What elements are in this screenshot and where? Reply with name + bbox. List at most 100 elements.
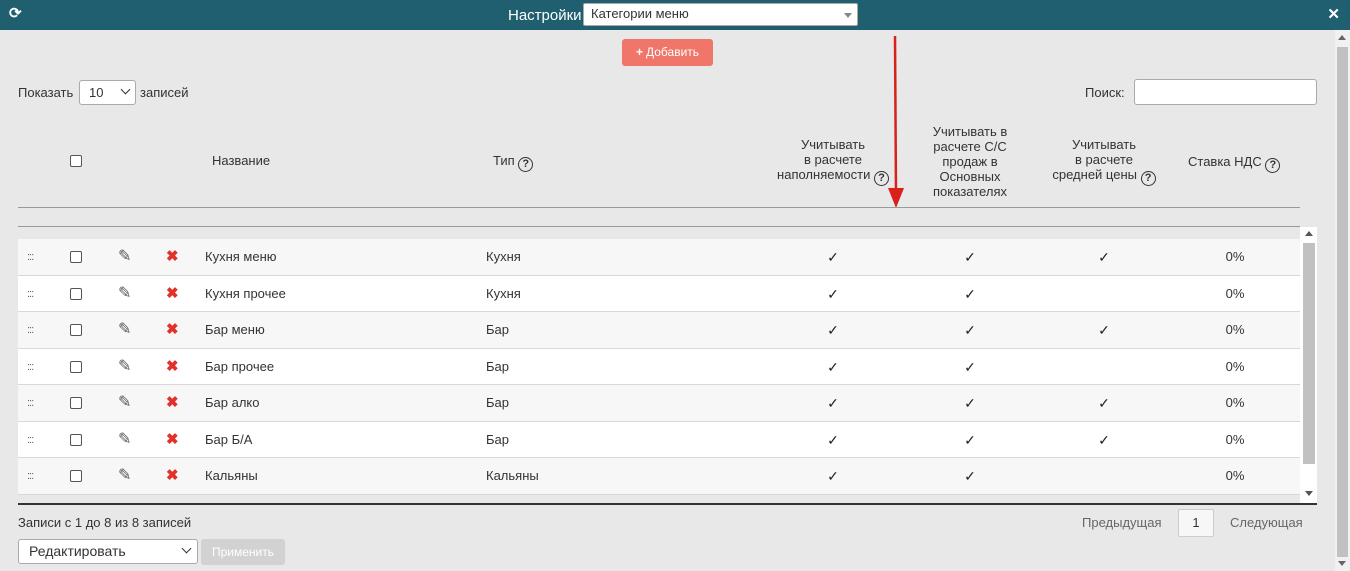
delete-icon[interactable]: ✖ <box>166 385 179 421</box>
check-icon: ✓ <box>964 358 976 375</box>
header-cost-line: Основных <box>939 169 1001 184</box>
add-button-label: Добавить <box>645 45 700 59</box>
drag-handle-icon[interactable]: ::: <box>27 422 34 458</box>
pencil-icon[interactable]: ✎ <box>118 276 131 312</box>
header-type[interactable]: Тип ? <box>493 153 534 172</box>
check-icon <box>1094 276 1114 312</box>
header-fill-line: в расчете <box>804 152 862 167</box>
scroll-down-icon[interactable] <box>1338 561 1346 566</box>
pencil-icon[interactable]: ✎ <box>118 312 131 348</box>
row-checkbox[interactable] <box>70 287 82 300</box>
row-vat: 0% <box>1225 431 1245 447</box>
delete-icon[interactable]: ✖ <box>166 276 179 312</box>
check-icon: ✓ <box>827 285 839 302</box>
drag-handle-icon[interactable]: ::: <box>27 458 34 494</box>
header-cost-line: Учитывать в <box>932 124 1008 139</box>
page-length-select[interactable]: 10 <box>79 80 136 105</box>
table-row: ::: ✎ ✖ Кухня меню Кухня ✓ ✓ ✓ 0% <box>18 239 1300 276</box>
row-vat: 0% <box>1225 468 1245 483</box>
select-all-checkbox[interactable] <box>70 155 82 167</box>
table-row: ::: ✎ ✖ Кальяны Кальяны ✓ ✓ 0% <box>18 458 1300 495</box>
checkbox[interactable] <box>70 251 82 263</box>
row-type: Кухня <box>486 249 521 264</box>
header-avg[interactable]: Учитывать в расчете средней цены ? <box>1045 137 1163 186</box>
help-icon[interactable]: ? <box>1140 171 1156 186</box>
help-icon[interactable]: ? <box>1265 158 1281 173</box>
check-icon: ✓ <box>964 395 976 411</box>
drag-handle-icon[interactable]: ::: <box>27 312 34 348</box>
header-name[interactable]: Название <box>212 153 270 168</box>
checkbox[interactable] <box>70 360 82 373</box>
header-divider <box>18 226 1300 227</box>
header-cost[interactable]: Учитывать в расчете С/С продаж в Основны… <box>915 124 1025 199</box>
row-checkbox[interactable] <box>70 433 82 446</box>
prev-page-button[interactable]: Предыдущая <box>1082 515 1162 530</box>
header-fill[interactable]: Учитывать в расчете наполняемости ? <box>772 137 894 186</box>
page-scrollbar-thumb[interactable] <box>1337 47 1348 557</box>
row-vat: 0% <box>1225 322 1245 337</box>
pencil-icon[interactable]: ✎ <box>118 385 131 421</box>
row-name: Бар прочее <box>205 358 275 374</box>
scroll-up-icon[interactable] <box>1305 231 1313 236</box>
table-body: ::: ✎ ✖ Кухня меню Кухня ✓ ✓ ✓ 0% ::: ✎ … <box>18 239 1300 495</box>
drag-handle-icon[interactable]: ::: <box>27 349 34 385</box>
pencil-icon[interactable]: ✎ <box>118 239 131 275</box>
drag-handle-icon[interactable]: ::: <box>27 276 34 312</box>
table-row: ::: ✎ ✖ Бар меню Бар ✓ ✓ ✓ 0% <box>18 312 1300 349</box>
header-fill-line: Учитывать <box>800 137 866 152</box>
row-checkbox[interactable] <box>70 360 82 373</box>
check-icon <box>1094 349 1114 385</box>
checkbox[interactable] <box>70 287 82 300</box>
pencil-icon[interactable]: ✎ <box>118 422 131 458</box>
checkbox[interactable] <box>70 470 82 482</box>
row-checkbox[interactable] <box>70 324 82 336</box>
header-avg-line-3: средней цены ? <box>1045 167 1163 186</box>
row-name: Кухня меню <box>205 249 277 264</box>
check-icon: ✓ <box>827 358 839 375</box>
delete-icon[interactable]: ✖ <box>166 312 179 348</box>
check-icon: ✓ <box>827 431 839 448</box>
help-icon[interactable]: ? <box>873 171 889 186</box>
add-button[interactable]: + Добавить <box>622 39 713 66</box>
page-button[interactable]: 1 <box>1178 509 1214 537</box>
header-type-label: Тип <box>493 153 515 168</box>
checkbox[interactable] <box>70 324 82 336</box>
table-bottom-border <box>18 503 1317 505</box>
row-vat: 0% <box>1225 249 1245 264</box>
delete-icon[interactable]: ✖ <box>166 458 179 494</box>
refresh-icon[interactable]: ⟳ <box>9 6 22 22</box>
close-icon[interactable]: ✕ <box>1327 6 1340 24</box>
scroll-up-icon[interactable] <box>1338 35 1346 40</box>
checkbox[interactable] <box>70 397 82 409</box>
row-checkbox[interactable] <box>70 251 82 263</box>
checkbox[interactable] <box>70 433 82 446</box>
header-cost-line: продаж в <box>942 154 998 169</box>
scroll-down-icon[interactable] <box>1305 491 1313 496</box>
drag-handle-icon[interactable]: ::: <box>27 385 34 421</box>
row-checkbox[interactable] <box>70 470 82 482</box>
check-icon: ✓ <box>827 249 839 265</box>
pencil-icon[interactable]: ✎ <box>118 349 131 385</box>
row-checkbox[interactable] <box>70 397 82 409</box>
delete-icon[interactable]: ✖ <box>166 349 179 385</box>
delete-icon[interactable]: ✖ <box>166 239 179 275</box>
check-icon: ✓ <box>1098 249 1110 265</box>
help-icon[interactable]: ? <box>518 157 534 172</box>
delete-icon[interactable]: ✖ <box>166 422 179 458</box>
header-fill-text: наполняемости <box>777 167 871 182</box>
bulk-action-value: Редактировать <box>29 543 126 559</box>
top-bar: ⟳ Настройки Категории меню ✕ <box>0 0 1350 30</box>
show-label: Показать <box>18 85 74 100</box>
header-vat[interactable]: Ставка НДС ? <box>1188 154 1281 173</box>
section-select[interactable]: Категории меню <box>583 3 858 26</box>
search-input[interactable] <box>1134 79 1317 105</box>
row-vat: 0% <box>1225 285 1245 301</box>
pencil-icon[interactable]: ✎ <box>118 458 131 494</box>
table-scrollbar-thumb[interactable] <box>1303 243 1315 464</box>
bulk-action-select[interactable]: Редактировать <box>18 539 198 564</box>
drag-handle-icon[interactable]: ::: <box>27 239 34 275</box>
checkbox[interactable] <box>70 155 82 167</box>
apply-button[interactable]: Применить <box>201 539 285 565</box>
next-page-button[interactable]: Следующая <box>1230 515 1303 530</box>
plus-icon: + <box>635 45 643 59</box>
